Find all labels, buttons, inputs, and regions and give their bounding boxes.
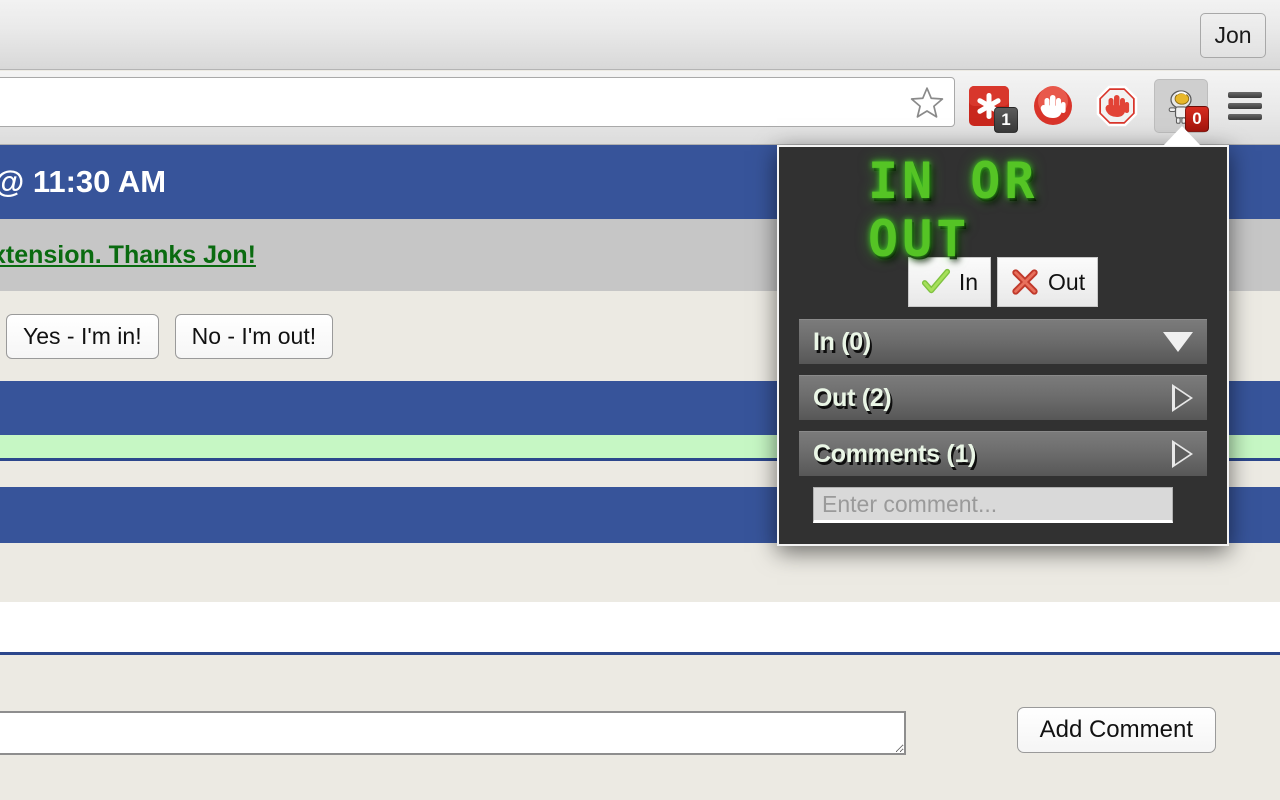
spacer-beige-4 [0, 792, 1280, 800]
popup-sections: In (0) Out (2) Comments (1) [799, 319, 1207, 476]
popup-section-in-label: In (0) [813, 327, 871, 356]
chevron-down-icon[interactable] [1163, 332, 1193, 352]
lastpass-extension-icon[interactable]: 1 [962, 79, 1018, 133]
popup-section-comments-label: Comments (1) [813, 439, 977, 468]
popup-section-out-label: Out (2) [813, 383, 892, 412]
chevron-right-icon-out[interactable] [1172, 384, 1193, 412]
in-or-out-logo-text: IN OR OUT [868, 152, 1138, 268]
address-bar[interactable] [0, 77, 955, 127]
thanks-message-link[interactable]: xtension. Thanks Jon! [0, 241, 256, 270]
content-row-white [0, 602, 1280, 655]
page-comment-area: Add Comment [0, 685, 1280, 785]
extension-toolbar-icons: 1 0 [962, 76, 1272, 136]
browser-tab-strip: Jon [0, 0, 1280, 70]
vote-no-button[interactable]: No - I'm out! [174, 313, 334, 359]
chevron-right-icon-comments[interactable] [1172, 440, 1193, 468]
red-x-icon [1010, 267, 1040, 297]
in-or-out-extension-icon[interactable]: 0 [1154, 79, 1209, 133]
hamburger-menu-icon[interactable] [1218, 79, 1272, 133]
browser-profile-button[interactable]: Jon [1200, 13, 1266, 58]
green-check-icon [921, 267, 951, 297]
bookmark-star-icon[interactable] [910, 85, 944, 119]
popup-in-button-label: In [958, 268, 979, 295]
vote-yes-button[interactable]: Yes - I'm in! [6, 313, 159, 359]
popup-comment-input[interactable] [813, 487, 1173, 523]
adblock-hand-icon[interactable] [1026, 79, 1080, 133]
popup-section-comments[interactable]: Comments (1) [799, 431, 1207, 476]
popup-pointer-triangle [1163, 126, 1201, 146]
adblock-plus-stopsign-icon[interactable] [1090, 79, 1144, 133]
page-comment-textarea[interactable] [0, 711, 906, 755]
lastpass-badge-count: 1 [994, 107, 1018, 133]
popup-comment-input-wrap [813, 487, 1207, 523]
event-title-text: @ 11:30 AM [0, 164, 167, 199]
hamburger-menu-lines [1228, 92, 1262, 120]
popup-out-button-label: Out [1048, 268, 1086, 295]
browser-toolbar: 1 0 [0, 71, 1280, 145]
browser-chrome: Jon 1 0 [0, 0, 1280, 145]
add-comment-button[interactable]: Add Comment [1016, 707, 1216, 753]
popup-section-out[interactable]: Out (2) [799, 375, 1207, 420]
in-or-out-extension-popup: IN OR OUT In Out In (0) Out (2) Comments… [777, 145, 1229, 546]
popup-section-in[interactable]: In (0) [799, 319, 1207, 364]
spacer-beige-2 [0, 543, 1280, 602]
spacer-beige-3 [0, 655, 1280, 685]
in-or-out-logo: IN OR OUT [868, 152, 1138, 268]
